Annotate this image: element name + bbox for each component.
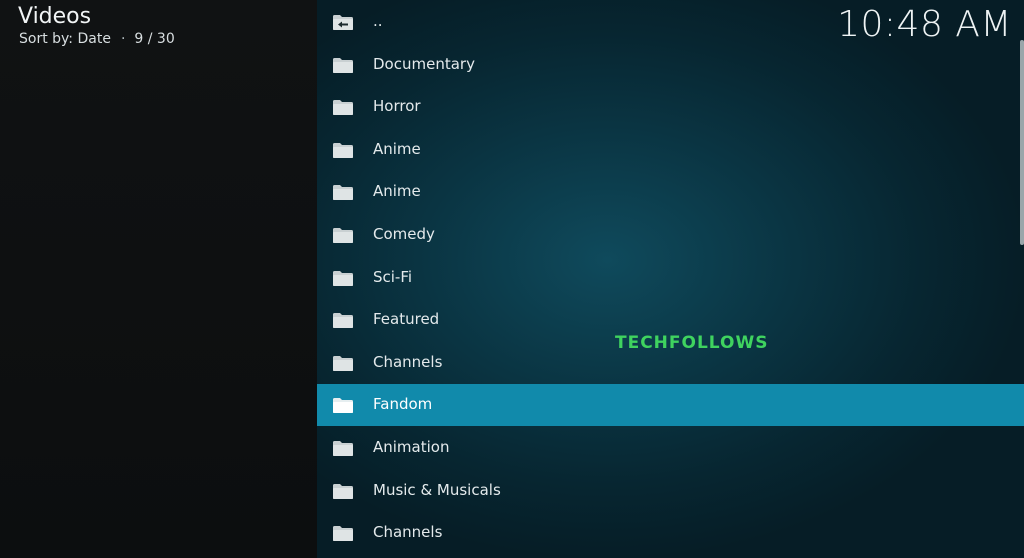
list-item[interactable]: Documentary: [317, 44, 1024, 86]
list-item-label: Fandom: [373, 395, 433, 414]
list-item[interactable]: Fandom: [317, 384, 1024, 427]
list-item-label: Featured: [373, 310, 440, 329]
list-item-label: Sci-Fi: [373, 267, 413, 286]
folder-icon: [332, 483, 354, 500]
list-item[interactable]: Anime: [317, 129, 1024, 171]
list-item-label: Comedy: [373, 225, 435, 243]
list-item-label: Animation: [373, 438, 450, 456]
folder-icon: [332, 270, 354, 287]
kodi-videos-screen: Videos Sort by: Date · 9 / 30 .. Documentar…: [0, 0, 1024, 558]
list-item-label: Documentary: [373, 54, 475, 73]
page-title: Videos: [18, 4, 92, 29]
list-item[interactable]: Horror: [317, 86, 1024, 128]
sort-info: Sort by: Date · 9 / 30: [19, 31, 175, 47]
list-item[interactable]: Channels: [317, 512, 1024, 554]
list-item-label: Horror: [373, 97, 421, 116]
folder-open-icon: [332, 397, 354, 414]
list-item[interactable]: Comedy: [317, 214, 1024, 256]
sort-label[interactable]: Sort by: Date: [19, 31, 111, 47]
list-item[interactable]: Animation: [317, 427, 1024, 469]
folder-icon: [332, 57, 354, 74]
list-item-label: Music & Musicals: [373, 480, 501, 499]
info-panel: Videos Sort by: Date · 9 / 30: [0, 0, 317, 558]
list-item[interactable]: Music & Musicals: [317, 470, 1024, 512]
list-item-label: Channels: [373, 523, 443, 542]
folder-icon: [332, 99, 354, 116]
folder-icon: [332, 440, 354, 457]
list-item-label: Channels: [373, 352, 443, 371]
folder-icon: [332, 184, 354, 201]
list-item-label: ..: [373, 12, 383, 30]
folder-icon: [332, 525, 354, 542]
folder-icon: [332, 142, 354, 159]
watermark: TECHFOLLOWS: [615, 333, 769, 353]
item-position: 9 / 30: [134, 31, 175, 47]
file-list-panel: .. Documentary Horror Anime Anime Comedy Sci-F…: [317, 0, 1024, 558]
separator: ·: [120, 31, 126, 47]
folder-icon: [332, 312, 354, 329]
back-folder-icon: [332, 14, 354, 31]
clock: 10:48 AM: [837, 4, 1012, 45]
folder-icon: [332, 227, 354, 244]
list-item-label: Anime: [373, 139, 421, 158]
list-item-label: Anime: [373, 182, 421, 201]
scrollbar[interactable]: [1020, 40, 1024, 245]
list-item[interactable]: Sci-Fi: [317, 257, 1024, 299]
list-item[interactable]: Anime: [317, 171, 1024, 213]
folder-icon: [332, 355, 354, 372]
